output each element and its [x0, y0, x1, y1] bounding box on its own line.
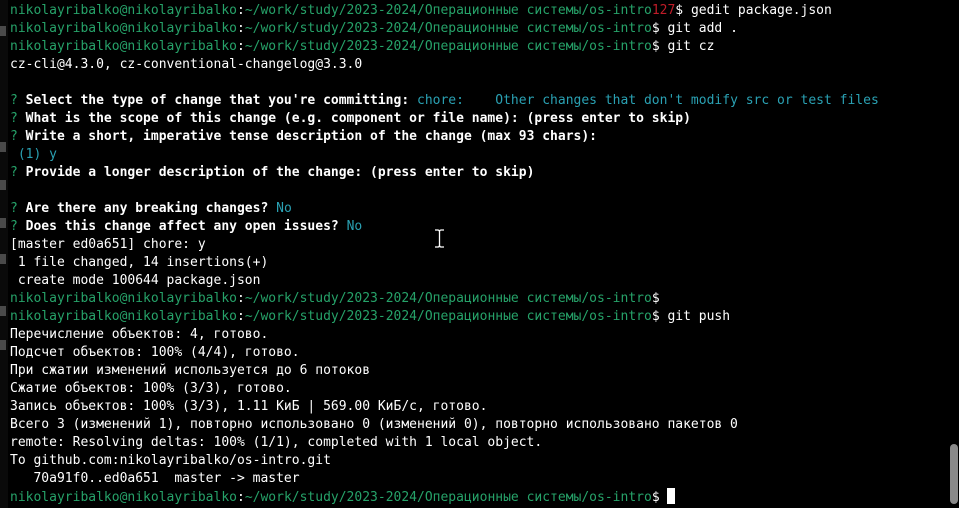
command-text: git add . — [667, 21, 738, 36]
prompt-path: ~/work/study/2023-2024/Операционные сист… — [244, 39, 652, 54]
output-line: remote: Resolving deltas: 100% (1/1), co… — [10, 434, 947, 452]
output-line: ? Write a short, imperative tense descri… — [10, 129, 598, 144]
output-text: [master ed0a651] chore: y — [10, 237, 206, 252]
output-line: 70a91f0..ed0a651 master -> master — [10, 470, 947, 488]
command-text: git cz — [667, 39, 715, 54]
prompt-line: nikolayribalko@nikolayribalko:~/work/stu… — [10, 21, 738, 36]
output-text: Перечисление объектов: 4, готово. — [10, 327, 269, 342]
prompt-user-host: nikolayribalko@nikolayribalko — [10, 39, 237, 54]
prompt-line: nikolayribalko@nikolayribalko:~/work/stu… — [10, 309, 731, 324]
ibeam-cursor-icon — [435, 229, 444, 248]
prompt-path: ~/work/study/2023-2024/Операционные сист… — [244, 21, 652, 36]
command-text: gedit package.json — [690, 3, 832, 18]
question-text: Are there any breaking changes? — [25, 201, 269, 216]
prompt-user-host: nikolayribalko@nikolayribalko — [10, 291, 237, 306]
output-line: cz-cli@4.3.0, cz-conventional-changelog@… — [10, 56, 947, 74]
output-text: Всего 3 (изменений 1), повторно использо… — [10, 417, 738, 432]
output-line: [master ed0a651] chore: y — [10, 236, 947, 254]
text-cursor — [667, 488, 676, 504]
question-text: Does this change affect any open issues? — [25, 219, 339, 234]
question-text: What is the scope of this change (e.g. c… — [25, 111, 691, 126]
prompt-line: nikolayribalko@nikolayribalko:~/work/stu… — [10, 291, 660, 306]
scrollbar-thumb[interactable] — [950, 444, 958, 504]
output-line: 1 file changed, 14 insertions(+) — [10, 254, 947, 272]
prompt-path: ~/work/study/2023-2024/Операционные сист… — [244, 291, 652, 306]
prompt-line: nikolayribalko@nikolayribalko:~/work/stu… — [10, 488, 947, 506]
prompt-path: ~/work/study/2023-2024/Операционные сист… — [244, 309, 652, 324]
output-line: При сжатии изменений используется до 6 п… — [10, 362, 947, 380]
output-line: ? Provide a longer description of the ch… — [10, 165, 535, 180]
output-text: cz-cli@4.3.0, cz-conventional-changelog@… — [10, 57, 363, 72]
output-line: ? What is the scope of this change (e.g.… — [10, 111, 691, 126]
prompt-user-host: nikolayribalko@nikolayribalko — [10, 490, 237, 505]
output-line: ? Are there any breaking changes? No — [10, 201, 292, 216]
prompt-path: ~/work/study/2023-2024/Операционные сист… — [244, 3, 652, 18]
output-text: Запись объектов: 100% (3/3), 1.11 КиБ | … — [10, 399, 488, 414]
output-text: 1 file changed, 14 insertions(+) — [10, 255, 269, 270]
prompt-user-host: nikolayribalko@nikolayribalko — [10, 309, 237, 324]
prompt-line: nikolayribalko@nikolayribalko:~/work/stu… — [10, 3, 832, 18]
command-text: git push — [667, 309, 731, 324]
output-line: To github.com:nikolayribalko/os-intro.gi… — [10, 452, 947, 470]
output-line: Перечисление объектов: 4, готово. — [10, 326, 947, 344]
question-text: Select the type of change that you're co… — [25, 93, 410, 108]
background-window-edge — [0, 0, 8, 508]
vertical-scrollbar[interactable] — [950, 0, 958, 508]
question-text: Write a short, imperative tense descript… — [25, 129, 598, 144]
output-text: To github.com:nikolayribalko/os-intro.gi… — [10, 453, 331, 468]
prompt-user-host: nikolayribalko@nikolayribalko — [10, 3, 237, 18]
output-line: ? Does this change affect any open issue… — [10, 219, 363, 234]
output-text: create mode 100644 package.json — [10, 273, 261, 288]
output-line: ? Select the type of change that you're … — [10, 93, 879, 108]
terminal-output: nikolayribalko@nikolayribalko:~/work/stu… — [10, 2, 947, 506]
question-text: Provide a longer description of the chan… — [25, 165, 535, 180]
output-text: remote: Resolving deltas: 100% (1/1), co… — [10, 435, 543, 450]
output-line: Сжатие объектов: 100% (3/3), готово. — [10, 380, 947, 398]
prompt-line: nikolayribalko@nikolayribalko:~/work/stu… — [10, 39, 715, 54]
answer-text: No — [346, 219, 363, 234]
exit-code: 127 — [651, 3, 676, 18]
answer-text: (1) y — [17, 147, 57, 162]
output-line: (1) y — [10, 146, 947, 164]
prompt-path: ~/work/study/2023-2024/Операционные сист… — [244, 490, 652, 505]
output-text: Сжатие объектов: 100% (3/3), готово. — [10, 381, 292, 396]
answer-text: chore: Other changes that don't modify s… — [417, 93, 879, 108]
output-line: Подсчет объектов: 100% (4/4), готово. — [10, 344, 947, 362]
prompt-user-host: nikolayribalko@nikolayribalko — [10, 21, 237, 36]
output-line: create mode 100644 package.json — [10, 272, 947, 290]
output-line: Запись объектов: 100% (3/3), 1.11 КиБ | … — [10, 398, 947, 416]
answer-text: No — [276, 201, 292, 216]
terminal-window[interactable]: nikolayribalko@nikolayribalko:~/work/stu… — [0, 0, 959, 508]
output-text: 70a91f0..ed0a651 master -> master — [10, 471, 300, 486]
output-text: Подсчет объектов: 100% (4/4), готово. — [10, 345, 300, 360]
output-line: Всего 3 (изменений 1), повторно использо… — [10, 416, 947, 434]
output-text: При сжатии изменений используется до 6 п… — [10, 363, 371, 378]
